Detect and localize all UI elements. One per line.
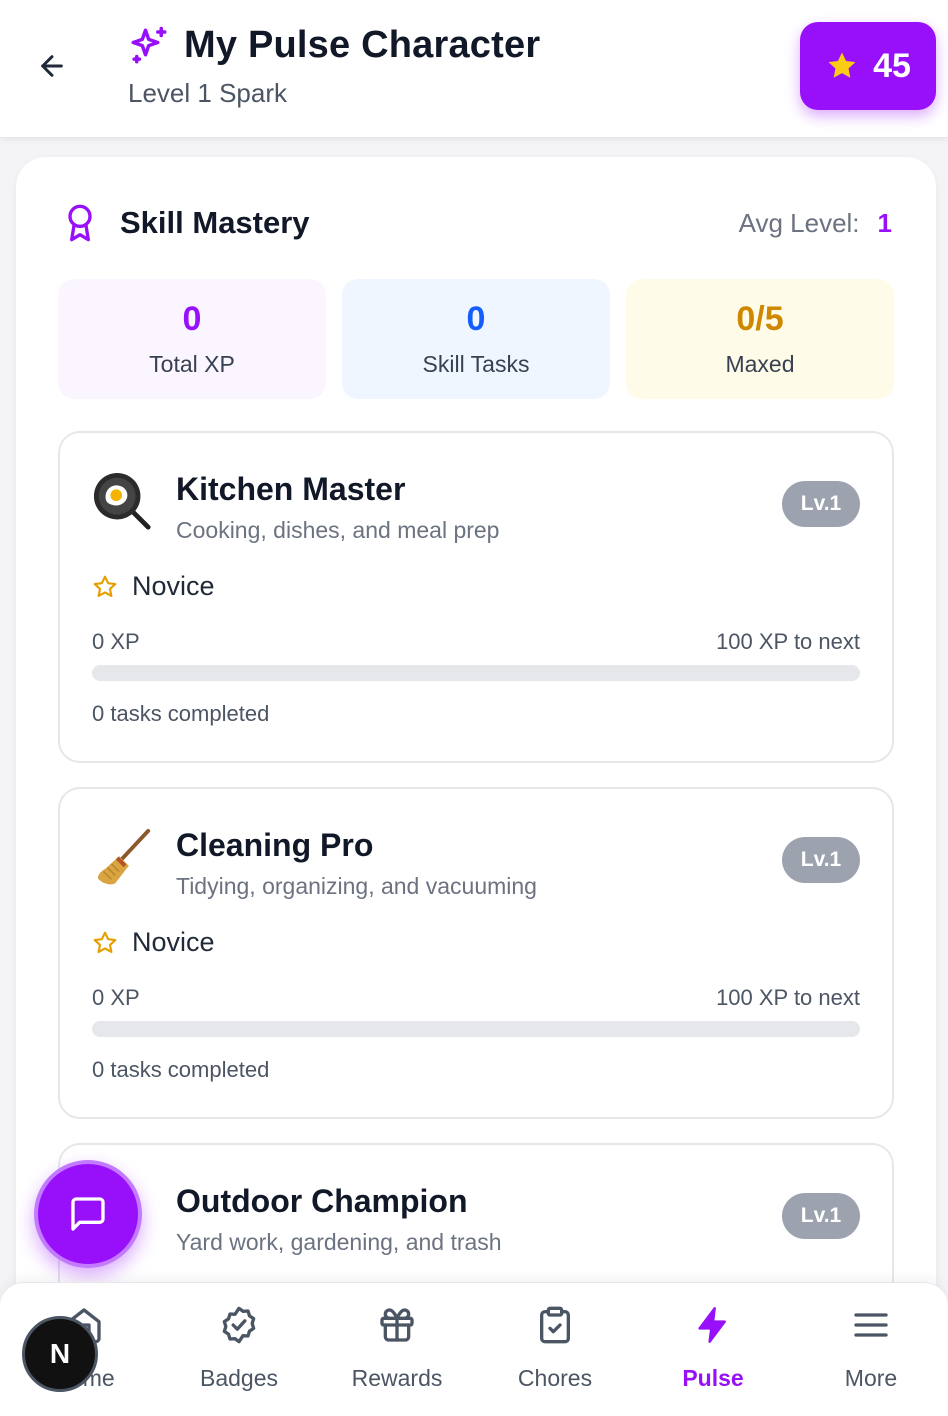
rank-row: Novice (92, 927, 215, 958)
stat-label: Total XP (149, 351, 235, 377)
sparkles-icon (131, 26, 167, 63)
skill-name: Outdoor Champion (176, 1183, 468, 1219)
badge-check-icon (222, 1306, 256, 1344)
stat-maxed: 0/5 Maxed (626, 279, 894, 399)
skill-card-cleaning[interactable]: Cleaning Pro Tidying, organizing, and va… (58, 787, 894, 1119)
avg-level: Avg Level: 1 (739, 208, 892, 239)
skill-name: Cleaning Pro (176, 827, 374, 863)
page-subtitle: Level 1 Spark (128, 78, 287, 108)
level-badge: Lv.1 (782, 481, 860, 527)
stats-row: 0 Total XP 0 Skill Tasks 0/5 Maxed (58, 279, 894, 399)
section-header: Skill Mastery Avg Level: 1 (60, 201, 892, 245)
stat-label: Maxed (725, 351, 795, 377)
star-outline-icon (93, 575, 117, 597)
rank-text: Novice (132, 571, 215, 601)
level-badge: Lv.1 (782, 1193, 860, 1239)
star-icon (828, 52, 856, 78)
message-square-icon (71, 1197, 105, 1231)
nav-item-pulse[interactable]: Pulse (643, 1303, 783, 1403)
stat-value: 0/5 (736, 300, 784, 338)
award-icon (68, 204, 92, 242)
frying-pan-egg-icon (93, 472, 151, 530)
skill-description: Tidying, organizing, and vacuuming (176, 873, 537, 899)
skill-card-kitchen[interactable]: Kitchen Master Cooking, dishes, and meal… (58, 431, 894, 763)
stat-label: Skill Tasks (422, 351, 530, 377)
xp-row: 0 XP 100 XP to next (92, 985, 860, 1011)
xp-progress-bar (92, 1021, 860, 1037)
nav-item-more[interactable]: More (801, 1303, 941, 1403)
xp-to-next: 100 XP to next (716, 629, 860, 654)
nav-item-rewards[interactable]: Rewards (327, 1303, 467, 1403)
arrow-left-icon (41, 55, 63, 77)
broom-icon (97, 828, 151, 885)
stat-value: 0 (182, 300, 202, 338)
stat-skill-tasks: 0 Skill Tasks (342, 279, 610, 399)
skill-description: Yard work, gardening, and trash (176, 1229, 502, 1255)
skill-description: Cooking, dishes, and meal prep (176, 517, 500, 543)
nav-label: Pulse (682, 1365, 744, 1391)
title-row: My Pulse Character (128, 24, 540, 67)
avg-level-value: 1 (877, 207, 892, 238)
section-title: Skill Mastery (120, 205, 310, 240)
nav-label: Chores (517, 1365, 593, 1391)
points-value: 45 (873, 46, 911, 85)
menu-icon (854, 1313, 888, 1337)
xp-progress-bar (92, 665, 860, 681)
back-button[interactable] (30, 44, 74, 88)
xp-row: 0 XP 100 XP to next (92, 629, 860, 655)
level-badge: Lv.1 (782, 837, 860, 883)
xp-current: 0 XP (92, 629, 140, 654)
nav-item-chores[interactable]: Chores (485, 1303, 625, 1403)
app-header: My Pulse Character Level 1 Spark 45 (0, 0, 948, 138)
avg-level-label: Avg Level: (738, 207, 860, 238)
xp-current: 0 XP (92, 985, 140, 1010)
nav-label: Rewards (351, 1365, 443, 1391)
avatar[interactable]: N (22, 1316, 98, 1392)
skill-name: Kitchen Master (176, 471, 406, 507)
tasks-completed: 0 tasks completed (92, 1057, 270, 1082)
nav-item-badges[interactable]: Badges (169, 1303, 309, 1403)
tasks-completed: 0 tasks completed (92, 701, 270, 726)
gift-icon (380, 1308, 414, 1342)
rank-row: Novice (92, 571, 215, 602)
xp-to-next: 100 XP to next (716, 985, 860, 1010)
stat-total-xp: 0 Total XP (58, 279, 326, 399)
rank-text: Novice (132, 927, 215, 957)
stat-value: 0 (466, 300, 486, 338)
chat-button[interactable] (34, 1160, 142, 1268)
points-button[interactable]: 45 (800, 22, 936, 110)
nav-label: Badges (199, 1365, 278, 1391)
star-outline-icon (93, 931, 117, 953)
zap-icon (698, 1307, 726, 1343)
nav-label: More (844, 1365, 898, 1391)
bottom-nav: Home Badges Rewards Chores Pulse More (0, 1282, 948, 1416)
page-title: My Pulse Character (184, 24, 541, 66)
clipboard-check-icon (540, 1306, 570, 1344)
skill-mastery-card: Skill Mastery Avg Level: 1 0 Total XP 0 … (16, 157, 936, 1416)
